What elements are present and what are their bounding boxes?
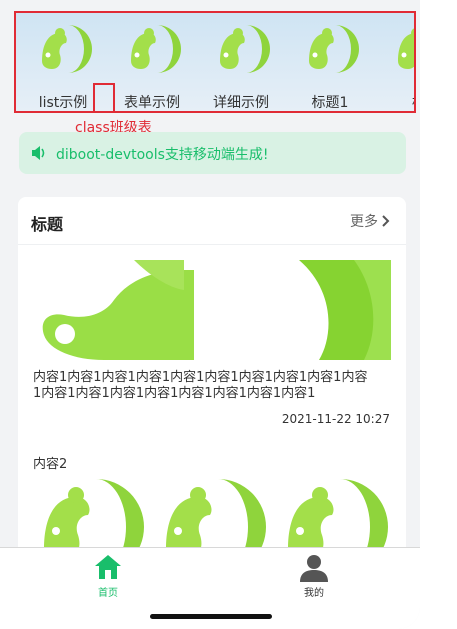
item1-timestamp: 2021-11-22 10:27 [281, 412, 390, 426]
more-button[interactable]: 更多 [350, 211, 390, 231]
tab-home[interactable]: 首页 [48, 548, 168, 608]
category-item-detail[interactable]: 详细示例 [196, 13, 286, 111]
banner-image[interactable] [34, 260, 391, 360]
notice-bar[interactable]: diboot-devtools支持移动端生成! [19, 132, 406, 174]
tab-mine-label: 我的 [304, 588, 324, 599]
category-item-form[interactable]: 表单示例 [107, 13, 197, 111]
category-label: 标题1 [311, 95, 349, 111]
phone-screen: list示例 表单示例 详细示例 标题1 class班级表 diboot-dev… [0, 0, 420, 629]
category-label: 详细示例 [213, 95, 269, 111]
card-header: 标题 更多 [18, 197, 406, 245]
category-item-partial[interactable]: 标 [374, 13, 414, 111]
squirrel-logo-icon [398, 28, 414, 69]
chevron-right-icon [382, 215, 390, 227]
user-icon [300, 555, 328, 582]
category-label: 标 [374, 92, 414, 111]
more-label: 更多 [350, 214, 378, 230]
squirrel-logo-icon [42, 25, 92, 73]
squirrel-logo-icon [309, 25, 359, 73]
notice-text: diboot-devtools支持移动端生成! [56, 147, 269, 163]
speaker-icon [32, 146, 45, 160]
highlight-box [93, 83, 115, 113]
item1-content: 内容1内容1内容1内容1内容1内容1内容1内容1内容1内容1内容1内容1内容1内… [33, 370, 368, 401]
item2-title: 内容2 [33, 457, 68, 472]
category-label: 表单示例 [124, 95, 180, 111]
squirrel-logo-icon [220, 25, 270, 73]
card-title: 标题 [31, 215, 64, 234]
tab-home-label: 首页 [98, 588, 118, 599]
category-strip[interactable]: list示例 表单示例 详细示例 标题1 [14, 11, 416, 113]
tab-mine[interactable]: 我的 [254, 548, 374, 608]
content-card: 标题 更多 内容1内容1内容1内容1内容1内容1内容1内容1内容1内容1内容1内… [18, 197, 406, 559]
squirrel-logo-icon [131, 25, 181, 73]
home-icon [95, 555, 121, 579]
squirrel-logo-banner-icon [42, 260, 391, 360]
category-item-title1[interactable]: 标题1 [285, 13, 375, 111]
home-indicator [150, 614, 272, 619]
